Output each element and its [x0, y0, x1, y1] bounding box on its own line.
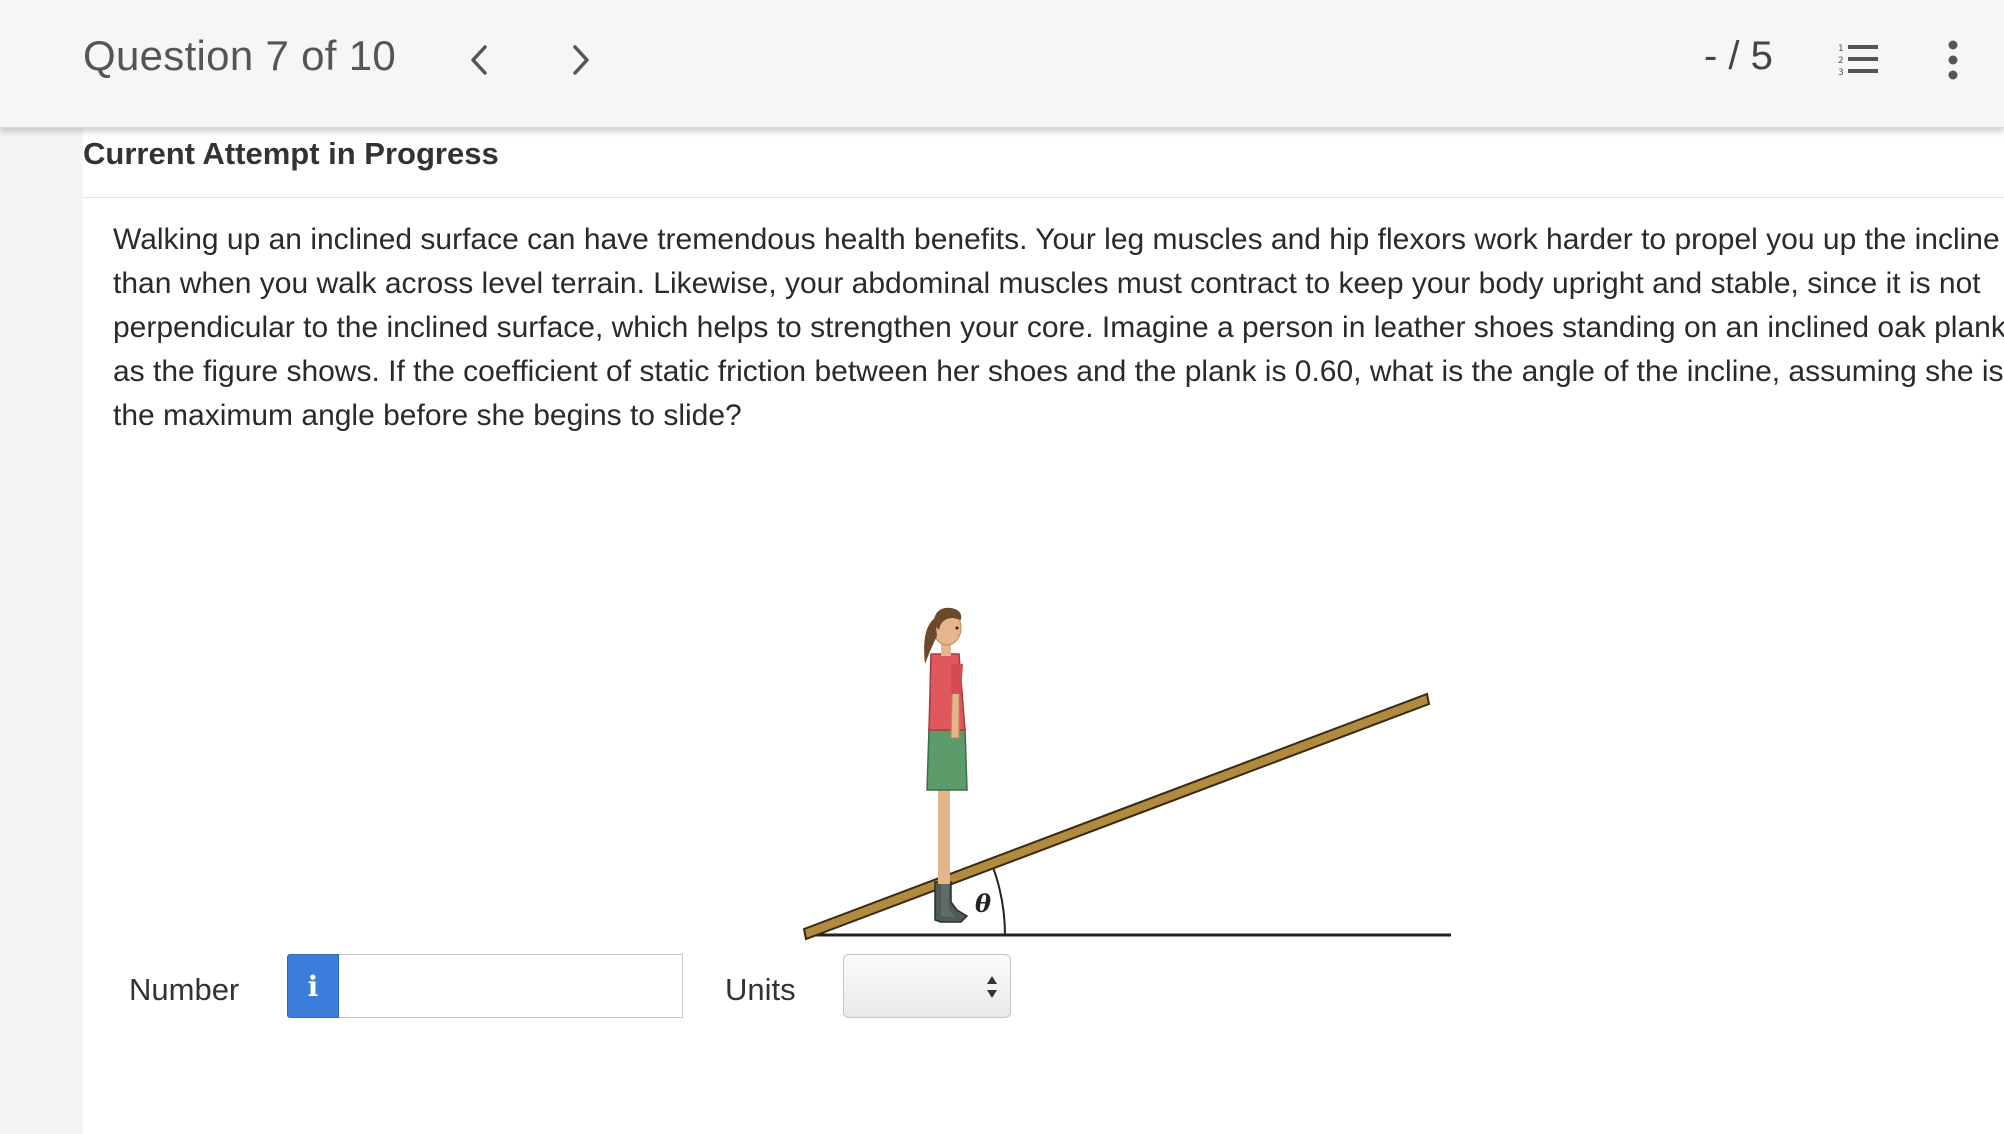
- more-vertical-icon: [1948, 40, 1958, 80]
- question-list-button[interactable]: 1 2 3: [1838, 42, 1880, 78]
- svg-text:2: 2: [1838, 56, 1844, 66]
- chevron-right-icon: [573, 45, 589, 75]
- attempt-status-title: Current Attempt in Progress: [83, 136, 499, 171]
- answer-row: Number i Units: [83, 954, 1283, 1024]
- number-input[interactable]: [339, 954, 683, 1018]
- info-icon: i: [307, 969, 319, 1003]
- next-question-button[interactable]: [564, 38, 598, 82]
- theta-label: θ: [975, 889, 991, 918]
- more-options-button[interactable]: [1945, 40, 1961, 80]
- question-text: Walking up an inclined surface can have …: [113, 223, 2004, 432]
- incline-figure: θ: [713, 468, 1463, 948]
- chevron-left-icon: [471, 45, 487, 75]
- question-counter: Question 7 of 10: [83, 32, 397, 79]
- incline-diagram: θ: [802, 607, 1451, 941]
- numbered-list-icon: 1 2 3: [1838, 44, 1878, 78]
- score-display: - / 5: [1704, 34, 1773, 78]
- units-select[interactable]: [843, 954, 1011, 1018]
- info-button[interactable]: i: [287, 954, 339, 1018]
- oak-plank: [802, 692, 1431, 941]
- svg-text:1: 1: [1838, 44, 1844, 54]
- attempt-header: Current Attempt in Progress: [83, 128, 2004, 198]
- select-arrows-icon: [987, 976, 997, 998]
- svg-text:3: 3: [1838, 68, 1844, 78]
- previous-question-button[interactable]: [462, 38, 496, 82]
- number-label: Number: [129, 972, 240, 1007]
- angle-arc: [990, 861, 1006, 936]
- units-label: Units: [725, 972, 796, 1007]
- question-content: Current Attempt in Progress Walking up a…: [83, 128, 2004, 1134]
- top-bar: Question 7 of 10 - / 5 1 2 3: [0, 0, 2004, 128]
